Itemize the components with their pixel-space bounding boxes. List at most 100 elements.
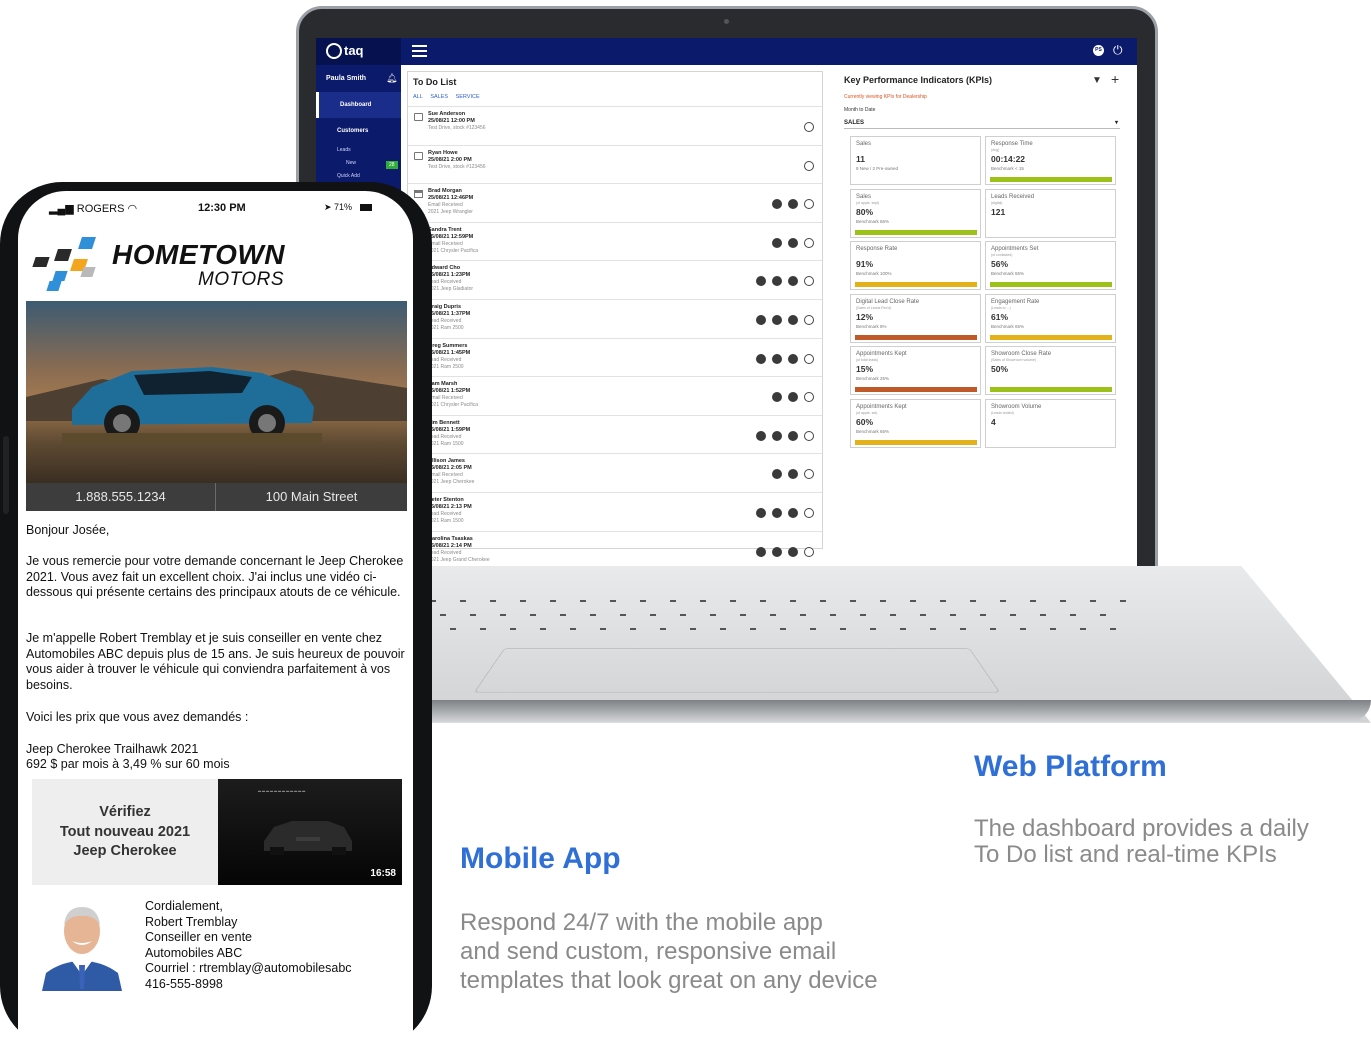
assign-icon[interactable] <box>788 237 798 248</box>
dealer-address-link[interactable]: 100 Main Street <box>216 483 407 511</box>
assign-icon[interactable] <box>788 430 798 441</box>
app-logo[interactable]: taq <box>316 38 401 65</box>
tab-all[interactable]: ALL <box>413 94 423 100</box>
view-icon[interactable] <box>756 430 766 441</box>
phone-icon[interactable] <box>772 315 782 325</box>
kpi-card[interactable]: Response Time (Avg) 00:14:22 Benchmark < 15 <box>985 136 1116 185</box>
view-icon[interactable] <box>756 276 766 287</box>
assign-icon[interactable] <box>788 469 798 480</box>
view-icon[interactable] <box>756 546 766 557</box>
sidebar-sub-quick-add[interactable]: Quick Add <box>337 173 360 179</box>
kpi-card[interactable]: Appointments Kept (of appts. set) 60% Bench… <box>850 398 981 448</box>
todo-row[interactable]: Ryan Howe 25/08/21 2:00 PM Test Drive, sto… <box>408 144 822 183</box>
sidebar-item-customers[interactable]: Customers <box>316 118 401 144</box>
todo-list-panel: To Do List ALL SALES SERVICE Sue Anderso… <box>407 71 823 563</box>
todo-row[interactable]: Pam Marsh 25/08/21 1:52PM Email Received 20… <box>408 376 822 414</box>
signature-phone[interactable]: 416-555-8998 <box>145 977 352 993</box>
kpi-status-bar <box>855 387 977 392</box>
todo-row[interactable]: Edward Cho 25/08/21 1:23PM Lead Received 20… <box>408 260 822 298</box>
assign-icon[interactable] <box>788 546 798 557</box>
menu-icon[interactable] <box>412 45 427 57</box>
complete-icon[interactable] <box>804 276 814 287</box>
phone-icon[interactable] <box>772 199 782 210</box>
todo-customer-name[interactable]: Sandra Trent <box>428 227 462 233</box>
complete-icon[interactable] <box>804 353 814 364</box>
kpi-card[interactable]: Response Rate 91% Benchmark 100% <box>850 241 981 290</box>
tab-service[interactable]: SERVICE <box>456 94 480 100</box>
kpi-card[interactable]: Appointments Kept (of total leads) 15% Benc… <box>850 346 981 395</box>
assign-icon[interactable] <box>788 392 798 403</box>
assign-icon[interactable] <box>788 508 798 518</box>
kpi-sublabel: (of total leads) <box>856 358 879 362</box>
assign-icon[interactable] <box>788 353 798 364</box>
todo-customer-name[interactable]: Edward Cho <box>428 265 460 271</box>
assign-icon[interactable] <box>788 276 798 287</box>
complete-icon[interactable] <box>804 315 814 325</box>
todo-customer-name[interactable]: Ryan Howe <box>428 150 458 156</box>
todo-customer-name[interactable]: Pam Marsh <box>428 381 457 387</box>
phone-icon[interactable] <box>772 392 782 403</box>
sidebar-sub-leads[interactable]: Leads <box>337 147 351 153</box>
kpi-card[interactable]: Engagement Rate (Leads to ...) 61% Benchmar… <box>985 293 1116 343</box>
kpi-card[interactable]: Showroom Close Rate (Sales of Showroom vo… <box>985 346 1116 395</box>
assign-icon[interactable] <box>788 199 798 210</box>
sidebar-item-dashboard[interactable]: Dashboard <box>316 92 401 118</box>
phone-icon[interactable] <box>772 546 782 557</box>
add-icon[interactable]: + <box>1111 71 1119 87</box>
todo-customer-name[interactable]: Craig Dupris <box>428 304 461 310</box>
video-thumbnail[interactable]: ━━━━━━━━━━━━ 16:58 <box>218 779 402 885</box>
todo-row[interactable]: Brad Morgan 25/08/21 12:46PM Email Receive… <box>408 183 822 221</box>
dealer-phone-link[interactable]: 1.888.555.1234 <box>26 483 216 511</box>
complete-icon[interactable] <box>804 237 814 248</box>
todo-customer-name[interactable]: Tim Bennett <box>428 420 460 426</box>
phone-icon[interactable] <box>772 508 782 518</box>
phone-icon[interactable] <box>772 353 782 364</box>
phone-icon[interactable] <box>772 469 782 480</box>
view-icon[interactable] <box>756 353 766 364</box>
tab-sales[interactable]: SALES <box>430 94 448 100</box>
phone-icon[interactable] <box>772 237 782 248</box>
todo-customer-name[interactable]: Sue Anderson <box>428 111 465 117</box>
todo-customer-name[interactable]: Brad Morgan <box>428 188 462 194</box>
user-avatar[interactable]: PS <box>1093 45 1104 56</box>
todo-row[interactable]: Carolina Tsaskas 25/08/21 2:14 PM Lead Rec… <box>408 530 822 566</box>
kpi-department-select[interactable]: SALES <box>844 117 1120 129</box>
todo-customer-name[interactable]: Greg Summers <box>428 343 467 349</box>
view-icon[interactable] <box>756 508 766 518</box>
phone-icon[interactable] <box>772 430 782 441</box>
kpi-card[interactable]: Leads Received (digital) 121 <box>985 188 1116 238</box>
kpi-card[interactable]: Digital Lead Close Rate (Sales of Leads R… <box>850 293 981 343</box>
todo-customer-name[interactable]: Peter Stenton <box>428 497 464 503</box>
complete-icon[interactable] <box>804 469 814 480</box>
todo-customer-name[interactable]: Carolina Tsaskas <box>428 536 473 542</box>
phone-icon[interactable] <box>772 276 782 287</box>
todo-row[interactable]: Peter Stenton 25/08/21 2:13 PM Lead Receiv… <box>408 492 822 530</box>
power-icon[interactable]: ⏻ <box>1113 43 1123 58</box>
complete-icon[interactable] <box>804 546 814 557</box>
todo-row[interactable]: Greg Summers 25/08/21 1:45PM Lead Received… <box>408 337 822 376</box>
kpi-card[interactable]: Sales (of appts. kept) 80% Benchmark 65% <box>850 188 981 238</box>
complete-icon[interactable] <box>804 122 814 132</box>
complete-icon[interactable] <box>804 508 814 518</box>
todo-row[interactable]: Allison James 25/08/21 2:05 PM Email Recei… <box>408 453 822 491</box>
video-block[interactable]: Vérifiez Tout nouveau 2021 Jeep Cherokee… <box>32 779 402 885</box>
kpi-card[interactable]: Sales 11 9 New / 2 Pre-owned <box>850 136 981 185</box>
todo-row[interactable]: Sandra Trent 25/08/21 12:59PM Email Receiv… <box>408 221 822 260</box>
complete-icon[interactable] <box>804 160 814 171</box>
complete-icon[interactable] <box>804 430 814 441</box>
complete-icon[interactable] <box>804 392 814 403</box>
kpi-card[interactable]: Showroom Volume (Leads visited) 4 <box>985 398 1116 448</box>
signature-email[interactable]: Courriel : rtremblay@automobilesabc <box>145 961 352 977</box>
kpi-card[interactable]: Appointments Set (of contacted) 56% Benchma… <box>985 241 1116 290</box>
todo-customer-name[interactable]: Allison James <box>428 458 465 464</box>
assign-icon[interactable] <box>788 315 798 325</box>
complete-icon[interactable] <box>804 199 814 210</box>
bell-icon[interactable]: 🔔︎ <box>386 73 397 84</box>
todo-row[interactable]: Tim Bennett 25/08/21 1:59PM Lead Received 2… <box>408 414 822 453</box>
todo-row[interactable]: Sue Anderson 25/08/21 12:00 PM Test Drive,… <box>408 106 822 144</box>
laptop-base-edge <box>430 700 1371 722</box>
view-icon[interactable] <box>756 315 766 325</box>
todo-row[interactable]: Craig Dupris 25/08/21 1:37PM Lead Received… <box>408 299 822 337</box>
filter-icon[interactable]: ▼ <box>1092 75 1102 86</box>
sidebar-sub-new[interactable]: New <box>346 160 356 166</box>
